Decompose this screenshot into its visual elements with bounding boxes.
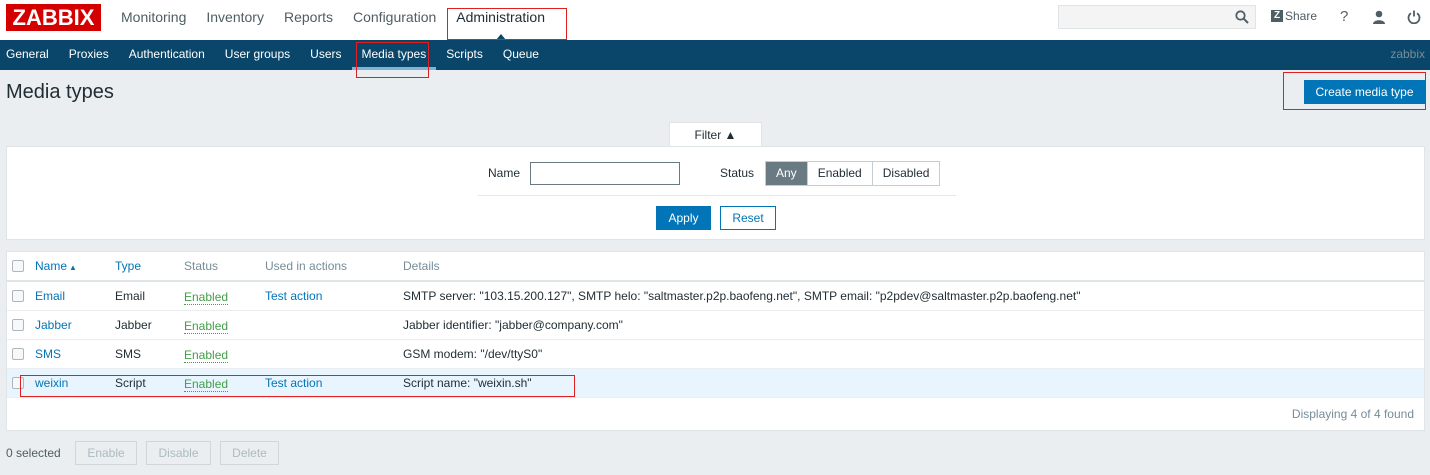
nav-configuration[interactable]: Configuration [343, 0, 446, 40]
media-type-name-link[interactable]: Jabber [35, 311, 72, 340]
page-title: Media types [6, 81, 114, 103]
main-nav: Monitoring Inventory Reports Configurati… [111, 0, 555, 40]
status-toggle[interactable]: Enabled [184, 319, 229, 334]
result-count: Displaying 4 of 4 found [1291, 407, 1414, 421]
status-option-any[interactable]: Any [766, 162, 807, 185]
row-checkbox[interactable] [12, 377, 24, 389]
media-type-type: Script [115, 376, 146, 390]
status-toggle[interactable]: Enabled [184, 377, 229, 392]
filter-toggle-tab[interactable]: Filter ▲ [669, 122, 762, 147]
sign-out-icon[interactable] [1407, 10, 1421, 24]
table-row: Jabber Jabber Enabled Jabber identifier:… [7, 311, 1424, 340]
subnav-users[interactable]: Users [300, 40, 351, 70]
subnav-user-groups[interactable]: User groups [215, 40, 300, 70]
help-icon[interactable]: ? [1340, 8, 1348, 25]
table-row: weixin Script Enabled Test action Script… [7, 369, 1424, 398]
media-type-details: Jabber identifier: "jabber@company.com" [403, 318, 623, 332]
media-type-type: SMS [115, 347, 142, 361]
server-name: zabbix [1390, 47, 1425, 61]
apply-button[interactable]: Apply [656, 206, 711, 230]
column-header-status: Status [184, 259, 219, 273]
filter-name-label: Name [488, 166, 521, 180]
subnav-scripts[interactable]: Scripts [436, 40, 493, 70]
row-checkbox[interactable] [12, 348, 24, 360]
status-option-enabled[interactable]: Enabled [806, 162, 872, 185]
row-checkbox[interactable] [12, 319, 24, 331]
share-label: Share [1285, 9, 1318, 23]
media-type-name-link[interactable]: Email [35, 282, 65, 311]
column-header-details: Details [403, 259, 440, 273]
share-link[interactable]: Z Share [1271, 9, 1317, 23]
status-option-disabled[interactable]: Disabled [871, 162, 940, 185]
status-toggle[interactable]: Enabled [184, 290, 229, 305]
filter-divider [478, 195, 956, 196]
user-profile-icon[interactable] [1372, 10, 1386, 24]
filter-name-input[interactable] [530, 162, 680, 185]
selected-count: 0 selected [6, 446, 61, 460]
create-media-type-button[interactable]: Create media type [1304, 80, 1425, 104]
media-type-name-link[interactable]: weixin [35, 369, 68, 398]
column-header-used-in-actions: Used in actions [265, 259, 348, 273]
filter-status-label: Status [720, 166, 755, 180]
action-link[interactable]: Test action [265, 369, 322, 398]
action-link[interactable]: Test action [265, 282, 322, 311]
disable-button[interactable]: Disable [146, 441, 211, 465]
column-header-name[interactable]: Name ▲ [35, 252, 77, 282]
nav-reports[interactable]: Reports [274, 0, 343, 40]
filter-panel: Name Status Any Enabled Disabled Apply R… [6, 146, 1425, 240]
select-all-checkbox[interactable] [12, 260, 24, 272]
column-header-type[interactable]: Type [115, 252, 141, 280]
filter-status-selector: Any Enabled Disabled [765, 161, 941, 186]
zabbix-logo[interactable]: ZABBIX [6, 4, 101, 31]
status-toggle[interactable]: Enabled [184, 348, 229, 363]
subnav-general[interactable]: General [0, 40, 59, 70]
zabbix-share-icon: Z [1271, 10, 1283, 22]
subnav-authentication[interactable]: Authentication [119, 40, 215, 70]
media-type-type: Email [115, 289, 146, 303]
media-type-details: SMTP server: "103.15.200.127", SMTP helo… [403, 289, 1081, 303]
media-type-details: GSM modem: "/dev/ttyS0" [403, 347, 543, 361]
subnav-media-types[interactable]: Media types [351, 40, 437, 70]
search-icon[interactable] [1235, 10, 1249, 24]
table-row: Email Email Enabled Test action SMTP ser… [7, 282, 1424, 311]
top-bar: ZABBIX Monitoring Inventory Reports Conf… [0, 0, 1430, 40]
table-header-row: Name ▲ Type Status Used in actions Detail… [7, 252, 1424, 282]
enable-button[interactable]: Enable [75, 441, 137, 465]
nav-administration[interactable]: Administration [446, 0, 555, 40]
sort-asc-icon: ▲ [69, 263, 77, 272]
subnav-queue[interactable]: Queue [493, 40, 549, 70]
row-checkbox[interactable] [12, 290, 24, 302]
subnav-proxies[interactable]: Proxies [59, 40, 119, 70]
global-search-input[interactable] [1058, 5, 1256, 29]
nav-monitoring[interactable]: Monitoring [111, 0, 196, 40]
reset-button[interactable]: Reset [720, 206, 776, 230]
nav-inventory[interactable]: Inventory [196, 0, 274, 40]
sub-nav: General Proxies Authentication User grou… [0, 40, 549, 70]
media-type-name-link[interactable]: SMS [35, 340, 61, 369]
sub-nav-bar: General Proxies Authentication User grou… [0, 40, 1430, 70]
media-type-details: Script name: "weixin.sh" [403, 376, 532, 390]
media-types-table: Name ▲ Type Status Used in actions Detail… [6, 251, 1425, 431]
delete-button[interactable]: Delete [220, 441, 279, 465]
table-row: SMS SMS Enabled GSM modem: "/dev/ttyS0" [7, 340, 1424, 369]
media-type-type: Jabber [115, 318, 152, 332]
